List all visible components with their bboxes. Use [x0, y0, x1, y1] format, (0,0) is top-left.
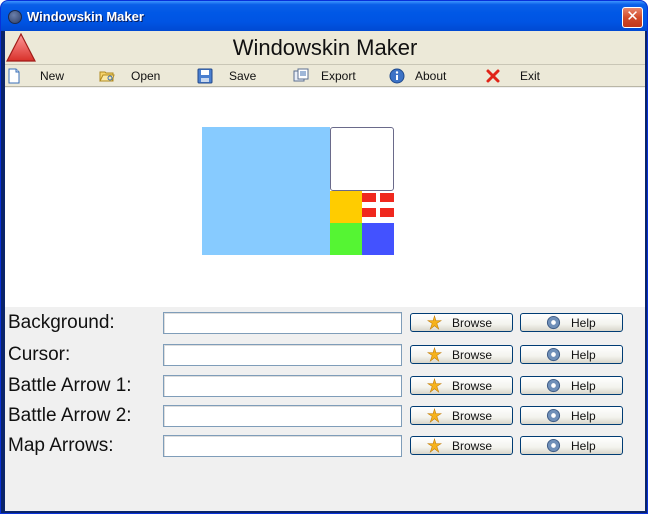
help-label: Help [571, 379, 596, 393]
map-arrows-label: Map Arrows: [8, 435, 114, 456]
skin-frame-tile [330, 127, 394, 191]
skin-arrows-tile [362, 191, 394, 223]
star-burst-icon [427, 315, 442, 330]
battle-arrow-1-row: Battle Arrow 1: Browse Help [5, 371, 645, 401]
export-button[interactable]: Export [291, 65, 381, 87]
map-arrows-row: Map Arrows: Browse Help [5, 431, 645, 461]
browse-label: Browse [452, 439, 493, 453]
save-button[interactable]: Save [195, 65, 275, 87]
new-document-icon [8, 68, 20, 84]
header-bar: Windowskin Maker [5, 31, 645, 65]
open-label: Open [131, 69, 161, 83]
help-icon [546, 378, 561, 393]
help-icon [546, 438, 561, 453]
windowskin-preview [5, 88, 645, 307]
battle-arrow-2-help-button[interactable]: Help [520, 406, 623, 425]
skin-cursor-tile [330, 191, 362, 223]
exit-label: Exit [520, 69, 541, 83]
new-button[interactable]: New [5, 65, 85, 87]
title-bar[interactable]: Windowskin Maker ✕ [1, 1, 647, 31]
arrow-tile [380, 193, 394, 202]
exit-button[interactable]: Exit [483, 65, 563, 87]
background-browse-button[interactable]: Browse [410, 313, 513, 332]
browse-label: Browse [452, 409, 493, 423]
battle-arrow-2-path-input[interactable] [163, 405, 402, 427]
help-label: Help [571, 316, 596, 330]
background-help-button[interactable]: Help [520, 313, 623, 332]
cursor-row: Cursor: Browse Help [5, 340, 645, 370]
cursor-label: Cursor: [8, 344, 71, 365]
help-icon [546, 347, 561, 362]
star-burst-icon [427, 347, 442, 362]
star-burst-icon [427, 378, 442, 393]
background-path-input[interactable] [163, 312, 402, 334]
window-title: Windowskin Maker [27, 9, 144, 24]
info-icon [389, 68, 405, 84]
map-arrows-help-button[interactable]: Help [520, 436, 623, 455]
map-arrows-browse-button[interactable]: Browse [410, 436, 513, 455]
background-row: Background: Browse Help [5, 308, 645, 338]
client-area: Windowskin Maker New Open Save Export Ab… [5, 31, 645, 511]
arrow-tile [362, 193, 376, 202]
help-label: Help [571, 439, 596, 453]
arrow-tile [362, 208, 376, 217]
battle-arrow-2-row: Battle Arrow 2: Browse Help [5, 401, 645, 431]
red-x-icon [486, 69, 500, 83]
open-folder-icon [99, 71, 115, 82]
browse-label: Browse [452, 379, 493, 393]
skin-green-tile [330, 223, 362, 255]
battle-arrow-2-label: Battle Arrow 2: [8, 405, 132, 426]
cursor-path-input[interactable] [163, 344, 402, 366]
browse-label: Browse [452, 316, 493, 330]
app-window-icon [8, 10, 22, 24]
toolbar: New Open Save Export About Exit [5, 65, 645, 87]
browse-label: Browse [452, 348, 493, 362]
map-arrows-path-input[interactable] [163, 435, 402, 457]
file-selection-form: Background: Browse Help Cursor: Browse H… [5, 307, 645, 511]
star-burst-icon [427, 408, 442, 423]
app-title: Windowskin Maker [232, 35, 418, 60]
about-button[interactable]: About [387, 65, 467, 87]
star-burst-icon [427, 438, 442, 453]
battle-arrow-1-help-button[interactable]: Help [520, 376, 623, 395]
battle-arrow-2-browse-button[interactable]: Browse [410, 406, 513, 425]
skin-background-tile [202, 127, 330, 255]
app-window: Windowskin Maker ✕ Windowskin Maker New … [0, 0, 648, 514]
open-button[interactable]: Open [97, 65, 177, 87]
close-button[interactable]: ✕ [622, 7, 643, 28]
background-label: Background: [8, 312, 115, 333]
battle-arrow-1-browse-button[interactable]: Browse [410, 376, 513, 395]
new-label: New [40, 69, 65, 83]
export-icon [293, 68, 309, 82]
about-label: About [415, 69, 447, 83]
floppy-disk-icon [197, 68, 213, 84]
export-label: Export [321, 69, 356, 83]
cursor-browse-button[interactable]: Browse [410, 345, 513, 364]
skin-blue-tile [362, 223, 394, 255]
battle-arrow-1-label: Battle Arrow 1: [8, 375, 132, 396]
arrow-tile [380, 208, 394, 217]
battle-arrow-1-path-input[interactable] [163, 375, 402, 397]
cursor-help-button[interactable]: Help [520, 345, 623, 364]
help-label: Help [571, 409, 596, 423]
help-icon [546, 315, 561, 330]
save-label: Save [229, 69, 257, 83]
help-icon [546, 408, 561, 423]
help-label: Help [571, 348, 596, 362]
